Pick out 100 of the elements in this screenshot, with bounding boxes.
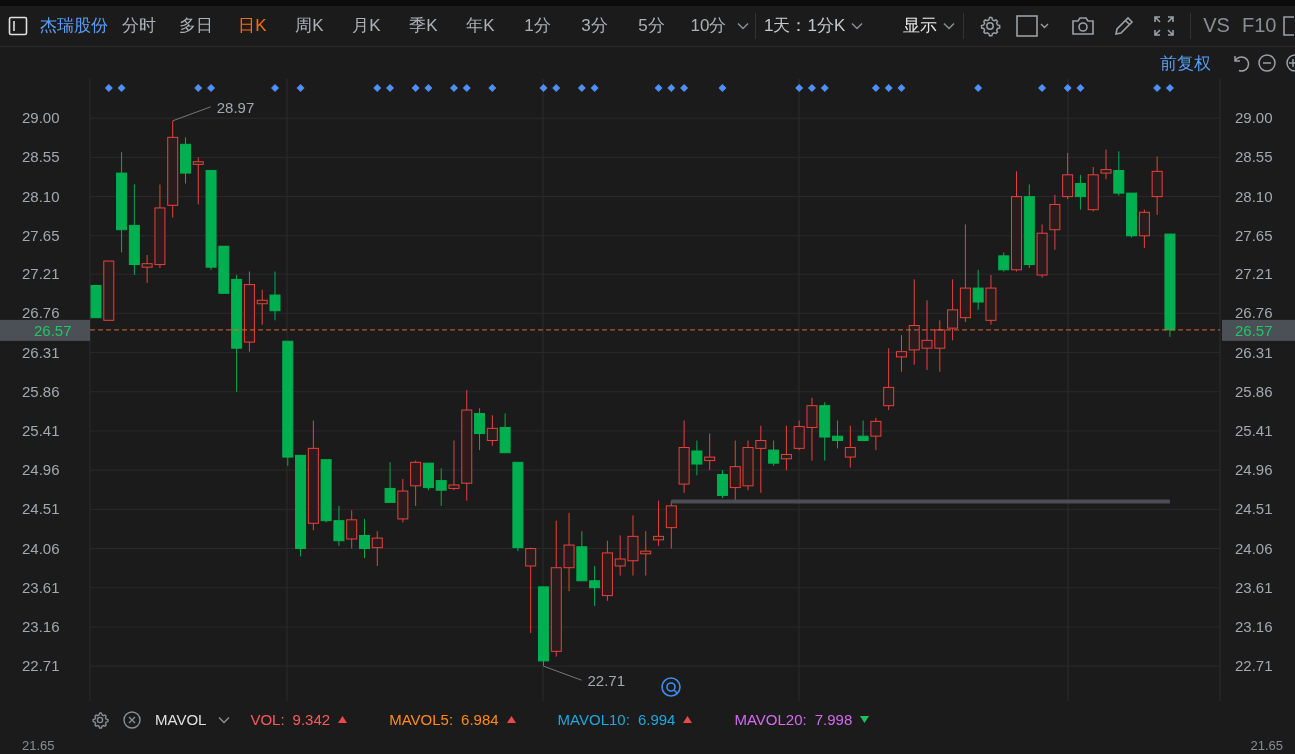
period-tab[interactable]: 3分 [566,10,623,42]
chevron-down-icon [851,21,864,30]
price-axis-label: 24.06 [1235,540,1273,558]
toolbar-link[interactable]: VS [1197,10,1236,42]
event-marker-icon[interactable] [795,84,804,93]
price-axis-label: 26.76 [1235,304,1273,322]
event-marker-icon[interactable] [488,84,497,93]
period-tab[interactable]: 月K [338,10,395,42]
volume-axis-label: 21.65 [1250,738,1283,754]
event-marker-icon[interactable] [974,84,983,93]
period-tab[interactable]: 1分 [509,10,566,42]
candlestick [653,500,665,547]
event-marker-icon[interactable] [207,84,216,93]
price-axis-label: 29.00 [22,109,60,127]
candlestick [486,415,498,447]
price-axis-label: 22.71 [1235,657,1273,675]
indicator-value: 9.342 [292,711,331,729]
square-dropdown-icon[interactable] [1016,14,1051,37]
event-marker-icon[interactable] [1038,84,1047,93]
panel-icon[interactable] [1282,14,1295,37]
event-marker-icon[interactable] [296,84,305,93]
period-tab[interactable]: 年K [452,10,509,42]
last-price-label: 26.57 [0,320,90,342]
indicator-dropdown[interactable]: MAVOL [155,711,231,729]
price-axis-label: 24.06 [22,540,60,558]
indicator-label: MAVOL5: [389,711,454,729]
indicator-value: 7.998 [814,711,853,729]
event-marker-icon[interactable] [411,84,420,93]
period-tab[interactable]: 周K [281,10,338,42]
period-tab[interactable]: 季K [395,10,452,42]
magnifier-icon[interactable] [661,677,681,698]
event-marker-icon[interactable] [552,84,561,93]
settings-icon[interactable] [91,710,109,729]
event-marker-icon[interactable] [577,84,586,93]
event-marker-icon[interactable] [386,84,395,93]
event-marker-icon[interactable] [450,84,458,93]
pencil-icon[interactable] [1113,14,1136,37]
period-tab[interactable]: 10分 [680,10,737,42]
toolbar-link[interactable]: F10 [1235,10,1283,42]
volume-axis-label: 21.65 [22,738,55,754]
high-price-label: 28.97 [216,99,255,117]
event-marker-icon[interactable] [667,84,676,93]
price-axis-label: 26.76 [22,304,60,322]
undo-icon[interactable] [1231,53,1251,74]
price-axis-label: 24.51 [1235,500,1273,518]
sidebar-toggle-icon[interactable] [8,15,28,36]
event-marker-icon[interactable] [718,84,727,93]
interval-dropdown[interactable]: 1天：1分K [762,10,866,42]
event-marker-icon[interactable] [373,84,382,93]
event-marker-icon[interactable] [1153,84,1162,93]
indicator-value: 6.994 [637,711,676,729]
zoom-in-icon[interactable] [1283,53,1295,74]
period-tab[interactable]: 分时 [110,10,167,42]
indicator-value: 6.984 [461,711,499,729]
settings-icon[interactable] [979,14,1002,37]
period-tab[interactable]: 多日 [167,10,224,42]
period-tab[interactable]: 5分 [623,10,680,42]
price-axis-label: 29.00 [1235,109,1273,127]
chevron-down-icon[interactable] [737,21,749,30]
camera-icon[interactable] [1071,15,1096,36]
price-axis-label: 26.31 [1235,344,1273,361]
last-price-label: 26.57 [1222,320,1295,342]
event-marker-icon[interactable] [539,84,548,93]
price-axis-label: 25.86 [1235,383,1273,401]
indicator-label: VOL: [250,711,285,729]
price-axis-label: 25.86 [22,383,60,401]
event-marker-icon[interactable] [104,84,113,93]
event-marker-icon[interactable] [117,84,126,93]
chevron-down-icon [218,715,231,724]
event-marker-icon[interactable] [654,84,663,93]
price-axis-label: 27.65 [22,227,60,245]
leader-line [172,106,212,122]
zoom-out-icon[interactable] [1257,53,1277,74]
event-marker-icon[interactable] [807,84,816,93]
period-tab[interactable]: 日K [224,10,281,42]
close-icon[interactable] [123,710,141,729]
price-axis-label: 23.16 [22,618,60,636]
indicator-label: MAVOL10: [557,711,630,729]
price-axis-label: 24.96 [1235,461,1273,479]
candlestick [371,531,383,567]
event-marker-icon[interactable] [462,84,471,93]
event-marker-icon[interactable] [590,84,599,93]
fullscreen-icon[interactable] [1153,14,1176,37]
event-marker-icon[interactable] [884,84,893,93]
price-axis-label: 28.10 [22,188,60,206]
event-marker-icon[interactable] [871,84,880,93]
event-marker-icon[interactable] [1076,84,1085,93]
event-marker-icon[interactable] [897,84,906,93]
event-marker-icon[interactable] [194,84,203,93]
event-marker-icon[interactable] [820,84,829,93]
price-axis-label: 26.31 [22,344,60,361]
event-marker-icon[interactable] [680,84,689,93]
event-marker-icon[interactable] [1063,84,1072,93]
event-marker-icon[interactable] [424,84,433,93]
event-marker-icon[interactable] [1165,84,1174,93]
candlestick [1074,174,1086,211]
price-axis-label: 27.21 [22,265,60,283]
event-marker-icon[interactable] [271,84,279,93]
display-dropdown[interactable]: 显示 [901,10,958,42]
adjust-mode-button[interactable]: 前复权 [1160,51,1211,75]
